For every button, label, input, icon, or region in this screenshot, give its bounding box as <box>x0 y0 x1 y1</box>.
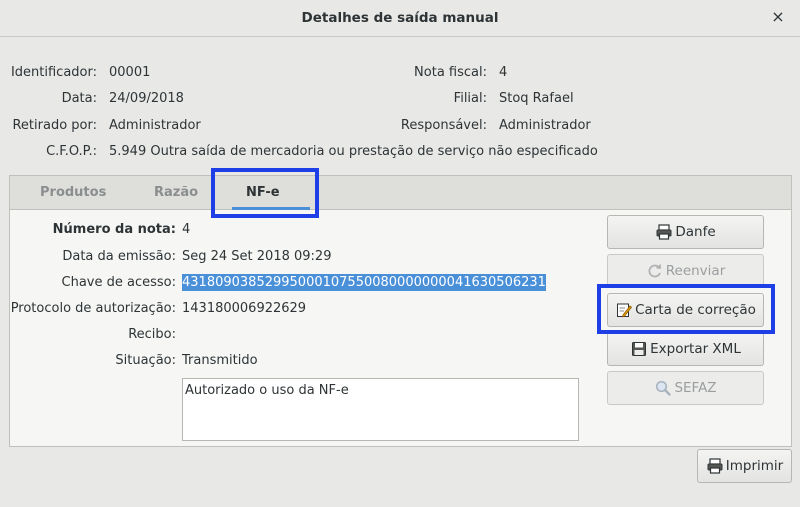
printer-icon <box>707 458 723 474</box>
chave-acesso-label: Chave de acesso: <box>61 275 176 290</box>
title-bar: Detalhes de saída manual × <box>0 0 800 37</box>
tab-produtos[interactable]: Produtos <box>40 185 106 200</box>
tab-nfe[interactable]: NF-e <box>246 185 280 200</box>
tab-razao[interactable]: Razão <box>154 185 198 200</box>
exportar-xml-button[interactable]: Exportar XML <box>607 332 764 366</box>
filial-label: Filial: <box>453 91 487 106</box>
retirado-por-label: Retirado por: <box>12 118 97 133</box>
chave-acesso-value[interactable]: 4318090385299500010755008000000004163050… <box>182 274 546 291</box>
imprimir-button[interactable]: Imprimir <box>697 449 792 483</box>
identificador-value: 00001 <box>109 65 151 80</box>
responsavel-label: Responsável: <box>400 118 487 133</box>
responsavel-value: Administrador <box>499 118 591 133</box>
nota-fiscal-value: 4 <box>499 65 508 80</box>
carta-correcao-button[interactable]: Carta de correção <box>607 293 764 327</box>
identificador-label: Identificador: <box>10 65 97 80</box>
protocolo-label: Protocolo de autorização: <box>10 301 176 316</box>
reenviar-button[interactable]: Reenviar <box>607 254 764 288</box>
refresh-icon <box>648 264 661 278</box>
window-title: Detalhes de saída manual <box>301 10 499 26</box>
edit-note-icon <box>617 303 633 318</box>
sefaz-button[interactable]: SEFAZ <box>607 371 764 405</box>
search-icon <box>656 380 672 396</box>
numero-nota-label: Número da nota: <box>52 222 176 237</box>
chave-acesso-field[interactable]: 4318090385299500010755008000000004163050… <box>182 274 546 291</box>
numero-nota-value: 4 <box>182 222 191 237</box>
recibo-label: Recibo: <box>128 327 176 342</box>
exportar-xml-label: Exportar XML <box>650 341 741 357</box>
data-emissao-value: Seg 24 Set 2018 09:29 <box>182 249 332 264</box>
tab-bar: Produtos Razão NF-e <box>10 176 791 210</box>
situacao-label: Situação: <box>115 353 176 368</box>
filial-value: Stoq Rafael <box>499 91 574 106</box>
close-icon[interactable]: × <box>770 8 786 26</box>
data-emissao-label: Data da emissão: <box>62 249 176 264</box>
danfe-button[interactable]: Danfe <box>607 215 764 249</box>
nota-fiscal-label: Nota fiscal: <box>414 65 487 80</box>
reenviar-label: Reenviar <box>665 263 726 279</box>
protocolo-value: 143180006922629 <box>182 301 307 316</box>
sefaz-label: SEFAZ <box>674 380 717 396</box>
save-icon <box>632 342 647 356</box>
data-value: 24/09/2018 <box>109 91 184 106</box>
cfop-value: 5.949 Outra saída de mercadoria ou prest… <box>109 144 598 159</box>
active-tab-indicator <box>232 207 310 210</box>
situacao-value: Transmitido <box>182 353 258 368</box>
cfop-label: C.F.O.P.: <box>46 144 97 159</box>
data-label: Data: <box>61 91 97 106</box>
danfe-label: Danfe <box>675 224 716 240</box>
carta-correcao-label: Carta de correção <box>635 302 756 318</box>
imprimir-label: Imprimir <box>725 458 784 474</box>
status-message-textarea[interactable]: Autorizado o uso da NF-e <box>182 378 579 441</box>
printer-icon <box>656 224 672 240</box>
retirado-por-value: Administrador <box>109 118 201 133</box>
